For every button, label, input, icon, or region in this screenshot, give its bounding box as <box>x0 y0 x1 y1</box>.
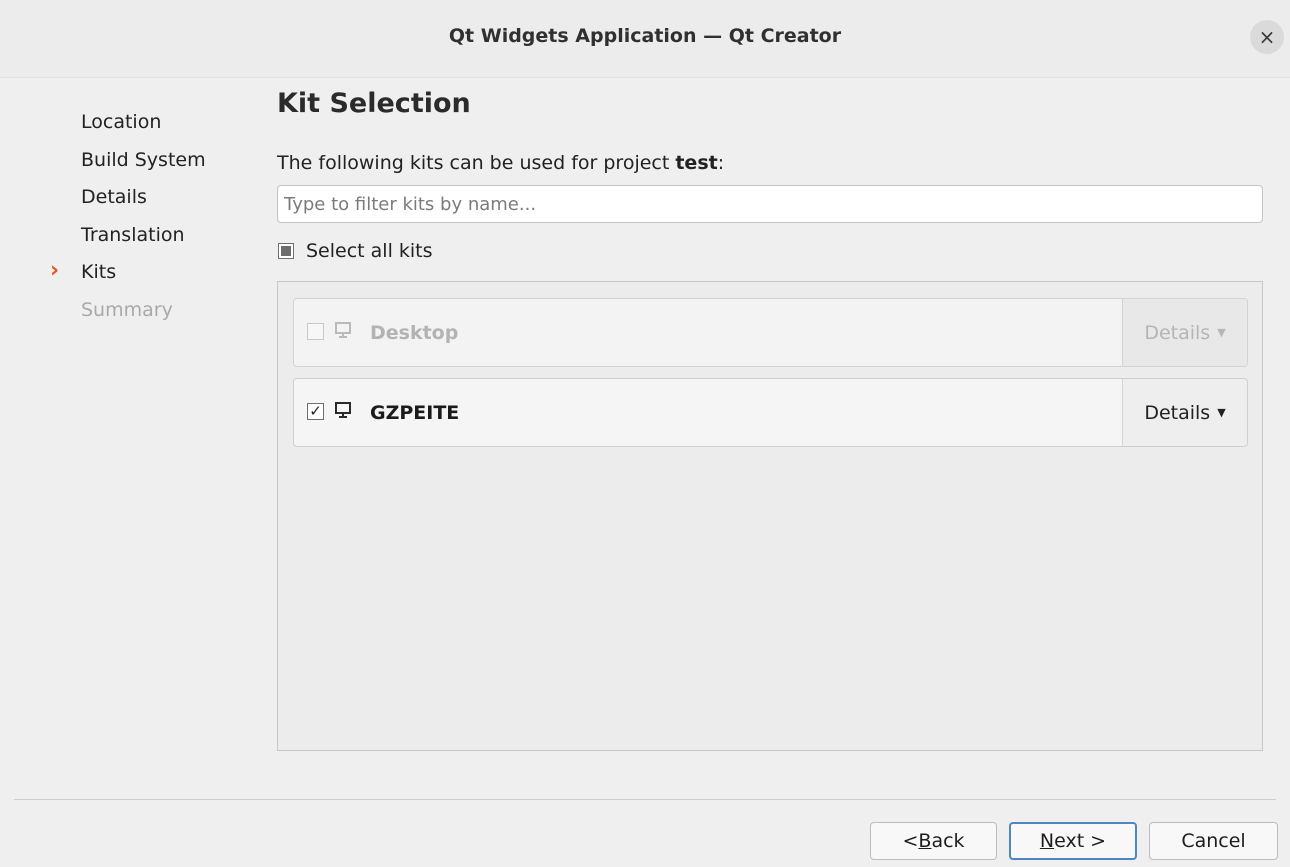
wizard-steps: Location Build System Details Translatio… <box>50 113 206 338</box>
window-title: Qt Widgets Application — Qt Creator <box>448 25 842 47</box>
kit-details-button[interactable]: Details ▼ <box>1122 379 1247 446</box>
kit-row-desktop: Desktop Details ▼ <box>293 298 1248 367</box>
step-summary: Summary <box>81 298 173 321</box>
select-all-kits-checkbox[interactable]: Select all kits <box>278 240 433 262</box>
kit-checkbox-gzpeite[interactable]: ✓ <box>307 403 324 420</box>
partial-checkbox-icon[interactable] <box>278 243 294 259</box>
back-button[interactable]: < Back <box>870 822 997 860</box>
step-location: Location <box>81 111 162 133</box>
cancel-button[interactable]: Cancel <box>1149 822 1278 860</box>
kit-checkbox-desktop[interactable] <box>307 323 324 340</box>
kit-filter-input[interactable] <box>277 185 1263 223</box>
select-all-label: Select all kits <box>306 240 433 262</box>
kits-description: The following kits can be used for proje… <box>277 152 725 174</box>
project-name: test <box>675 152 718 174</box>
kit-details-button: Details ▼ <box>1122 299 1247 366</box>
kit-name: GZPEITE <box>370 402 460 424</box>
next-button[interactable]: Next > <box>1009 822 1137 860</box>
page-title: Kit Selection <box>277 88 471 119</box>
step-build-system: Build System <box>81 148 206 171</box>
step-translation: Translation <box>81 223 185 246</box>
current-step-arrow-icon: › <box>50 258 60 283</box>
monitor-icon <box>334 321 354 341</box>
kits-list: Desktop Details ▼ ✓ GZPEITE Details ▼ <box>277 281 1263 751</box>
step-kits: › Kits <box>50 258 117 283</box>
title-bar: Qt Widgets Application — Qt Creator × <box>0 0 1290 78</box>
chevron-down-icon: ▼ <box>1217 406 1226 419</box>
kit-row-gzpeite: ✓ GZPEITE Details ▼ <box>293 378 1248 447</box>
close-icon[interactable]: × <box>1250 20 1284 54</box>
kit-name: Desktop <box>370 322 459 344</box>
chevron-down-icon: ▼ <box>1217 326 1226 339</box>
footer-separator <box>14 799 1276 800</box>
step-details: Details <box>81 186 147 208</box>
monitor-icon <box>334 401 354 421</box>
